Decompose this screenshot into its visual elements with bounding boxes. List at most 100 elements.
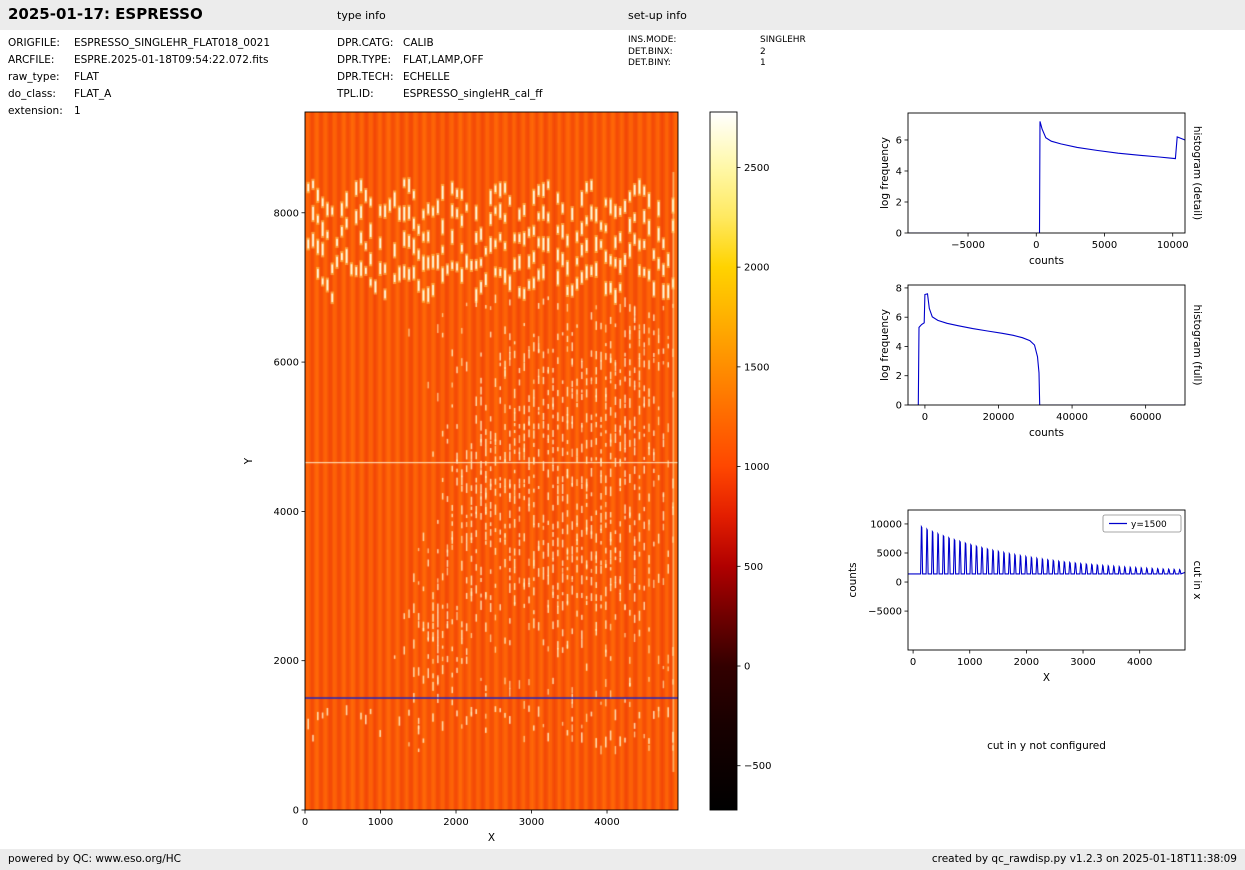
x-tick-label: 20000 <box>983 412 1015 423</box>
y-tick-label: 6000 <box>274 358 299 369</box>
setup-info-block: INS.MODE: SINGLEHR DET.BINX: 2 DET.BINY:… <box>628 35 806 70</box>
right-axis-label: histogram (detail) <box>1191 126 1203 220</box>
x-axis-label: counts <box>1029 255 1064 267</box>
info-label: do_class: <box>8 88 74 101</box>
colorbar-tick-label: 2000 <box>744 263 769 274</box>
y-tick-label: 4 <box>896 342 902 353</box>
info-label: ORIGFILE: <box>8 37 74 50</box>
y-tick-label: 6 <box>896 313 902 324</box>
setup-info-row: DET.BINX: 2 <box>628 47 806 58</box>
x-tick-label: 2000 <box>443 817 468 828</box>
y-tick-label: 0 <box>293 806 299 817</box>
y-tick-label: 2000 <box>274 656 299 667</box>
type-info-row: DPR.TECH: ECHELLE <box>337 71 543 84</box>
y-tick-label: 5000 <box>877 548 902 559</box>
cut-in-x-svg: 01000200030004000−50000500010000Xcountsc… <box>830 498 1225 693</box>
colorbar-tick-label: 0 <box>744 662 750 673</box>
info-label: DPR.TYPE: <box>337 54 403 67</box>
x-tick-label: 10000 <box>1157 240 1189 251</box>
colorbar-tick-label: 2500 <box>744 163 769 174</box>
y-tick-label: 2 <box>896 197 902 208</box>
y-tick-label: 10000 <box>870 519 902 530</box>
x-axis-label: counts <box>1029 427 1064 439</box>
colorbar-svg: −50005001000150020002500 <box>700 100 820 862</box>
histogram-detail-plot: −5000 0 5000 10000 0 2 4 6 counts log frequency hi… <box>850 100 1225 280</box>
info-value: 1 <box>74 105 81 118</box>
type-info-heading: type info <box>337 9 386 22</box>
x-tick-label: 0 <box>1033 240 1039 251</box>
raw-image-axes: 0 1000 2000 3000 4000 0 2000 4000 6000 8000 X Y <box>230 100 770 862</box>
footer-powered-by: powered by QC: www.eso.org/HC <box>8 853 181 865</box>
type-info-row: DPR.CATG: CALIB <box>337 37 543 50</box>
info-value: SINGLEHR <box>760 35 806 46</box>
info-value: FLAT,LAMP,OFF <box>403 54 484 67</box>
x-tick-label: 1000 <box>368 817 393 828</box>
plot-frame <box>305 112 678 810</box>
colorbar-tick-label: 1000 <box>744 462 769 473</box>
info-value: FLAT_A <box>74 88 111 101</box>
x-tick-label: 4000 <box>594 817 619 828</box>
y-axis-label: log frequency <box>879 309 891 381</box>
info-label: DPR.CATG: <box>337 37 403 50</box>
colorbar: −50005001000150020002500 <box>700 100 820 862</box>
file-info-row: raw_type: FLAT <box>8 71 270 84</box>
info-value: 2 <box>760 47 766 58</box>
x-tick-label: 3000 <box>1070 657 1095 668</box>
y-axis-label: Y <box>243 457 255 465</box>
setup-info-heading: set-up info <box>628 9 687 22</box>
info-value: ESPRESSO_singleHR_cal_ff <box>403 88 543 101</box>
info-label: ARCFILE: <box>8 54 74 67</box>
y-axis-label: log frequency <box>879 137 891 209</box>
x-tick-label: 2000 <box>1014 657 1039 668</box>
type-info-row: DPR.TYPE: FLAT,LAMP,OFF <box>337 54 543 67</box>
y-tick-label: 2 <box>896 371 902 382</box>
info-label: INS.MODE: <box>628 35 760 46</box>
page-title: 2025-01-17: ESPRESSO <box>8 5 203 23</box>
info-value: 1 <box>760 58 766 69</box>
x-tick-label: −5000 <box>951 240 985 251</box>
info-label: DET.BINY: <box>628 58 760 69</box>
file-info-row: do_class: FLAT_A <box>8 88 270 101</box>
x-tick-label: 0 <box>302 817 308 828</box>
cut-in-x-plot: 01000200030004000−50000500010000Xcountsc… <box>830 498 1225 693</box>
info-label: DET.BINX: <box>628 47 760 58</box>
x-axis-label: X <box>488 832 495 844</box>
x-tick-label: 3000 <box>519 817 544 828</box>
y-tick-label: 0 <box>896 229 902 240</box>
y-tick-label: 0 <box>896 401 902 412</box>
info-label: raw_type: <box>8 71 74 84</box>
type-info-row: TPL.ID: ESPRESSO_singleHR_cal_ff <box>337 88 543 101</box>
x-tick-label: 5000 <box>1092 240 1117 251</box>
cut-in-y-note: cut in y not configured <box>920 740 1173 752</box>
setup-info-row: INS.MODE: SINGLEHR <box>628 35 806 46</box>
info-value: CALIB <box>403 37 434 50</box>
y-tick-label: −5000 <box>868 607 902 618</box>
x-tick-label: 1000 <box>957 657 982 668</box>
colorbar-tick-label: 1500 <box>744 362 769 373</box>
right-axis-label: cut in x <box>1191 560 1203 599</box>
histogram-full-plot: 020000400006000002468countslog frequency… <box>850 272 1225 452</box>
y-tick-label: 6 <box>896 135 902 146</box>
y-tick-label: 0 <box>896 578 902 589</box>
info-label: extension: <box>8 105 74 118</box>
x-tick-label: 4000 <box>1127 657 1152 668</box>
colorbar-gradient <box>710 112 737 810</box>
info-value: ESPRE.2025-01-18T09:54:22.072.fits <box>74 54 268 67</box>
setup-info-row: DET.BINY: 1 <box>628 58 806 69</box>
footer-created-by: created by qc_rawdisp.py v1.2.3 on 2025-… <box>932 853 1237 865</box>
header-bar: 2025-01-17: ESPRESSO type info set-up in… <box>0 0 1245 30</box>
info-label: TPL.ID: <box>337 88 403 101</box>
y-tick-label: 4000 <box>274 507 299 518</box>
info-value: ESPRESSO_SINGLEHR_FLAT018_0021 <box>74 37 270 50</box>
x-tick-label: 0 <box>922 412 928 423</box>
raw-image-plot: 0 1000 2000 3000 4000 0 2000 4000 6000 8000 X Y <box>230 100 770 862</box>
right-axis-label: histogram (full) <box>1191 305 1203 386</box>
info-value: ECHELLE <box>403 71 450 84</box>
y-tick-label: 8000 <box>274 208 299 219</box>
x-tick-label: 40000 <box>1056 412 1088 423</box>
y-tick-label: 4 <box>896 166 902 177</box>
type-info-block: DPR.CATG: CALIB DPR.TYPE: FLAT,LAMP,OFF … <box>337 37 543 105</box>
info-label: DPR.TECH: <box>337 71 403 84</box>
histogram-detail-svg: −5000 0 5000 10000 0 2 4 6 counts log frequency hi… <box>850 100 1225 280</box>
colorbar-tick-label: −500 <box>744 761 771 772</box>
